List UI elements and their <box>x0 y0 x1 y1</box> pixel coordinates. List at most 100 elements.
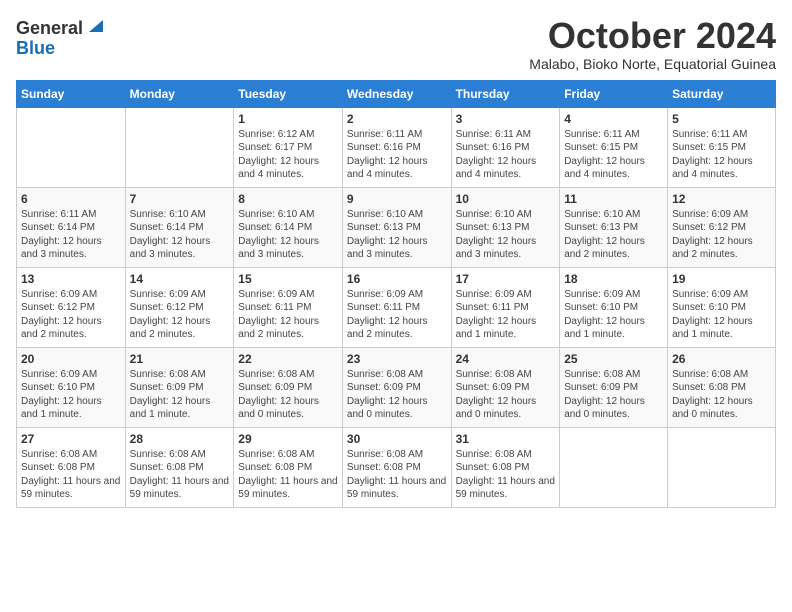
calendar-cell: 19 Sunrise: 6:09 AM Sunset: 6:10 PM Dayli… <box>668 267 776 347</box>
weekday-header-friday: Friday <box>560 80 668 107</box>
calendar-cell: 22 Sunrise: 6:08 AM Sunset: 6:09 PM Dayli… <box>234 347 343 427</box>
calendar-week-1: 1 Sunrise: 6:12 AM Sunset: 6:17 PM Daylig… <box>17 107 776 187</box>
day-number: 9 <box>347 192 447 206</box>
calendar-cell: 21 Sunrise: 6:08 AM Sunset: 6:09 PM Dayli… <box>125 347 234 427</box>
day-number: 5 <box>672 112 771 126</box>
calendar-cell: 26Sunrise: 6:08 AM Sunset: 6:08 PM Dayli… <box>668 347 776 427</box>
day-info: Sunrise: 6:12 AM Sunset: 6:17 PM Dayligh… <box>238 128 338 182</box>
month-title: October 2024 <box>529 16 776 56</box>
day-number: 23 <box>347 352 447 366</box>
calendar-cell <box>560 427 668 507</box>
calendar-body: 1 Sunrise: 6:12 AM Sunset: 6:17 PM Daylig… <box>17 107 776 507</box>
calendar-cell: 29Sunrise: 6:08 AM Sunset: 6:08 PM Dayli… <box>234 427 343 507</box>
day-info: Sunrise: 6:08 AM Sunset: 6:09 PM Dayligh… <box>130 368 230 422</box>
day-number: 29 <box>238 432 338 446</box>
day-info: Sunrise: 6:09 AM Sunset: 6:11 PM Dayligh… <box>238 288 338 342</box>
day-info: Sunrise: 6:11 AM Sunset: 6:14 PM Dayligh… <box>21 208 121 262</box>
day-info: Sunrise: 6:08 AM Sunset: 6:09 PM Dayligh… <box>347 368 447 422</box>
calendar-cell: 3 Sunrise: 6:11 AM Sunset: 6:16 PM Daylig… <box>451 107 560 187</box>
calendar-cell: 14 Sunrise: 6:09 AM Sunset: 6:12 PM Dayli… <box>125 267 234 347</box>
weekday-header-monday: Monday <box>125 80 234 107</box>
day-info: Sunrise: 6:10 AM Sunset: 6:14 PM Dayligh… <box>238 208 338 262</box>
day-number: 4 <box>564 112 663 126</box>
day-info: Sunrise: 6:09 AM Sunset: 6:12 PM Dayligh… <box>21 288 121 342</box>
day-number: 6 <box>21 192 121 206</box>
day-number: 22 <box>238 352 338 366</box>
day-info: Sunrise: 6:08 AM Sunset: 6:09 PM Dayligh… <box>564 368 663 422</box>
logo: General Blue <box>16 16 103 57</box>
calendar-cell: 28Sunrise: 6:08 AM Sunset: 6:08 PM Dayli… <box>125 427 234 507</box>
day-number: 15 <box>238 272 338 286</box>
calendar-cell: 12 Sunrise: 6:09 AM Sunset: 6:12 PM Dayli… <box>668 187 776 267</box>
logo-general-text: General <box>16 19 83 37</box>
day-info: Sunrise: 6:09 AM Sunset: 6:12 PM Dayligh… <box>672 208 771 262</box>
calendar-week-2: 6 Sunrise: 6:11 AM Sunset: 6:14 PM Daylig… <box>17 187 776 267</box>
day-number: 16 <box>347 272 447 286</box>
calendar-cell: 7 Sunrise: 6:10 AM Sunset: 6:14 PM Daylig… <box>125 187 234 267</box>
day-number: 1 <box>238 112 338 126</box>
day-info: Sunrise: 6:08 AM Sunset: 6:09 PM Dayligh… <box>456 368 556 422</box>
page-header: General Blue October 2024 Malabo, Bioko … <box>16 16 776 72</box>
calendar-cell: 13Sunrise: 6:09 AM Sunset: 6:12 PM Dayli… <box>17 267 126 347</box>
day-number: 28 <box>130 432 230 446</box>
day-number: 25 <box>564 352 663 366</box>
weekday-header-saturday: Saturday <box>668 80 776 107</box>
day-info: Sunrise: 6:09 AM Sunset: 6:10 PM Dayligh… <box>672 288 771 342</box>
logo-blue-text: Blue <box>16 39 55 57</box>
calendar-cell: 31 Sunrise: 6:08 AM Sunset: 6:08 PM Dayli… <box>451 427 560 507</box>
day-number: 14 <box>130 272 230 286</box>
day-number: 30 <box>347 432 447 446</box>
calendar-cell: 27Sunrise: 6:08 AM Sunset: 6:08 PM Dayli… <box>17 427 126 507</box>
day-info: Sunrise: 6:09 AM Sunset: 6:11 PM Dayligh… <box>456 288 556 342</box>
calendar-week-4: 20 Sunrise: 6:09 AM Sunset: 6:10 PM Dayli… <box>17 347 776 427</box>
calendar-cell: 1 Sunrise: 6:12 AM Sunset: 6:17 PM Daylig… <box>234 107 343 187</box>
day-info: Sunrise: 6:11 AM Sunset: 6:16 PM Dayligh… <box>347 128 447 182</box>
day-info: Sunrise: 6:09 AM Sunset: 6:12 PM Dayligh… <box>130 288 230 342</box>
day-info: Sunrise: 6:08 AM Sunset: 6:09 PM Dayligh… <box>238 368 338 422</box>
calendar-cell: 4Sunrise: 6:11 AM Sunset: 6:15 PM Daylig… <box>560 107 668 187</box>
weekday-header-tuesday: Tuesday <box>234 80 343 107</box>
day-number: 11 <box>564 192 663 206</box>
day-number: 7 <box>130 192 230 206</box>
calendar-cell <box>17 107 126 187</box>
day-info: Sunrise: 6:09 AM Sunset: 6:10 PM Dayligh… <box>21 368 121 422</box>
calendar-cell <box>668 427 776 507</box>
day-number: 3 <box>456 112 556 126</box>
calendar-week-5: 27Sunrise: 6:08 AM Sunset: 6:08 PM Dayli… <box>17 427 776 507</box>
day-info: Sunrise: 6:08 AM Sunset: 6:08 PM Dayligh… <box>672 368 771 422</box>
day-number: 18 <box>564 272 663 286</box>
calendar-cell: 20 Sunrise: 6:09 AM Sunset: 6:10 PM Dayli… <box>17 347 126 427</box>
calendar-cell: 8Sunrise: 6:10 AM Sunset: 6:14 PM Daylig… <box>234 187 343 267</box>
calendar-cell: 9Sunrise: 6:10 AM Sunset: 6:13 PM Daylig… <box>342 187 451 267</box>
day-info: Sunrise: 6:08 AM Sunset: 6:08 PM Dayligh… <box>456 448 556 502</box>
day-number: 31 <box>456 432 556 446</box>
logo-triangle-icon <box>85 16 103 34</box>
day-number: 19 <box>672 272 771 286</box>
day-info: Sunrise: 6:09 AM Sunset: 6:11 PM Dayligh… <box>347 288 447 342</box>
day-info: Sunrise: 6:10 AM Sunset: 6:13 PM Dayligh… <box>564 208 663 262</box>
day-info: Sunrise: 6:11 AM Sunset: 6:16 PM Dayligh… <box>456 128 556 182</box>
calendar-cell: 10Sunrise: 6:10 AM Sunset: 6:13 PM Dayli… <box>451 187 560 267</box>
calendar-cell: 6 Sunrise: 6:11 AM Sunset: 6:14 PM Daylig… <box>17 187 126 267</box>
day-info: Sunrise: 6:11 AM Sunset: 6:15 PM Dayligh… <box>672 128 771 182</box>
calendar-week-3: 13Sunrise: 6:09 AM Sunset: 6:12 PM Dayli… <box>17 267 776 347</box>
calendar-cell: 30 Sunrise: 6:08 AM Sunset: 6:08 PM Dayli… <box>342 427 451 507</box>
day-number: 10 <box>456 192 556 206</box>
day-number: 17 <box>456 272 556 286</box>
day-number: 2 <box>347 112 447 126</box>
day-info: Sunrise: 6:08 AM Sunset: 6:08 PM Dayligh… <box>21 448 121 502</box>
calendar-cell: 16 Sunrise: 6:09 AM Sunset: 6:11 PM Dayli… <box>342 267 451 347</box>
weekday-header-row: SundayMondayTuesdayWednesdayThursdayFrid… <box>17 80 776 107</box>
weekday-header-thursday: Thursday <box>451 80 560 107</box>
calendar-cell: 11 Sunrise: 6:10 AM Sunset: 6:13 PM Dayli… <box>560 187 668 267</box>
day-number: 20 <box>21 352 121 366</box>
day-info: Sunrise: 6:08 AM Sunset: 6:08 PM Dayligh… <box>347 448 447 502</box>
calendar-cell: 17 Sunrise: 6:09 AM Sunset: 6:11 PM Dayli… <box>451 267 560 347</box>
day-info: Sunrise: 6:10 AM Sunset: 6:14 PM Dayligh… <box>130 208 230 262</box>
day-number: 12 <box>672 192 771 206</box>
day-info: Sunrise: 6:09 AM Sunset: 6:10 PM Dayligh… <box>564 288 663 342</box>
calendar-cell: 2 Sunrise: 6:11 AM Sunset: 6:16 PM Daylig… <box>342 107 451 187</box>
calendar-cell: 5 Sunrise: 6:11 AM Sunset: 6:15 PM Daylig… <box>668 107 776 187</box>
calendar-cell: 23 Sunrise: 6:08 AM Sunset: 6:09 PM Dayli… <box>342 347 451 427</box>
day-number: 21 <box>130 352 230 366</box>
